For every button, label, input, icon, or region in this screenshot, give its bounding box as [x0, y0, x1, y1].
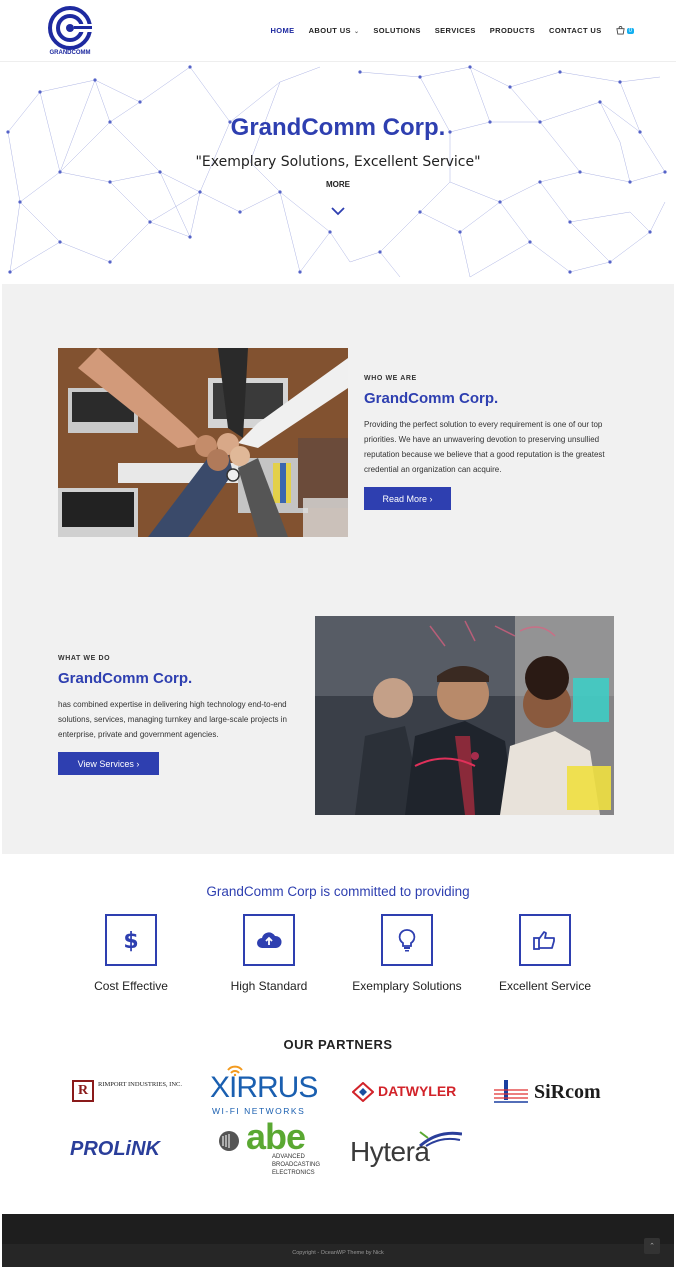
cart-button[interactable]: 0 [616, 26, 634, 35]
nav-home[interactable]: HOME [270, 26, 294, 35]
who-we-are-title: GrandComm Corp. [364, 390, 499, 407]
rimport-mark: R [72, 1080, 94, 1102]
what-we-do-eyebrow: WHAT WE DO [58, 655, 111, 662]
hero-subtitle: "Exemplary Solutions, Excellent Service" [195, 154, 481, 170]
xirrus-sub: WI-FI NETWORKS [212, 1106, 306, 1116]
abe-sub-1: ADVANCED [272, 1154, 305, 1160]
site-header: GRANDCOMM HOME ABOUT US ⌄ SOLUTIONS SERVI… [0, 0, 676, 62]
abe-sub-2: BROADCASTING [272, 1162, 321, 1168]
view-services-button[interactable]: View Services › [58, 752, 159, 775]
about-section: WHO WE ARE GrandComm Corp. Providing the… [2, 284, 674, 854]
partner-prolink-logo[interactable]: PROLiNK [68, 1136, 188, 1164]
hytera-name: Hytera [350, 1136, 430, 1167]
feature-box-cost-effective[interactable]: $ [105, 914, 157, 966]
feature-label: Exemplary Solutions [352, 979, 462, 993]
what-we-do-title: GrandComm Corp. [58, 670, 193, 687]
nav-services[interactable]: SERVICES [435, 26, 476, 35]
teamwork-photo [58, 348, 348, 537]
rimport-name: RIMPORT INDUSTRIES, INC. [98, 1081, 182, 1088]
svg-text:$: $ [123, 929, 138, 953]
thumbs-up-icon [533, 931, 555, 950]
main-nav: HOME ABOUT US ⌄ SOLUTIONS SERVICES PRODUC… [270, 26, 634, 35]
feature-high-standard: High Standard [194, 914, 344, 993]
feature-cost-effective: $ Cost Effective [56, 914, 206, 993]
who-we-are-eyebrow: WHO WE ARE [364, 375, 417, 382]
logo-text: GRANDCOMM [49, 50, 91, 56]
read-more-button[interactable]: Read More › [364, 487, 451, 510]
datwyler-mark-icon [352, 1082, 374, 1102]
datwyler-name: DATWYLER [378, 1083, 457, 1099]
nav-about-us[interactable]: ABOUT US ⌄ [309, 26, 360, 35]
abe-sub-3: ELECTRONICS [272, 1170, 315, 1176]
hero-title: GrandComm Corp. [230, 114, 446, 141]
feature-box-exemplary-solutions[interactable] [381, 914, 433, 966]
nav-products[interactable]: PRODUCTS [490, 26, 535, 35]
chevron-down-icon[interactable] [331, 206, 345, 216]
nav-solutions[interactable]: SOLUTIONS [373, 26, 420, 35]
feature-label: Cost Effective [94, 979, 168, 993]
network-background [6, 65, 667, 278]
feature-box-excellent-service[interactable] [519, 914, 571, 966]
what-we-do-text: has combined expertise in delivering hig… [58, 700, 288, 739]
cloud-upload-icon [257, 932, 282, 948]
lightbulb-icon [398, 929, 416, 952]
xirrus-name: XIRRUS [210, 1071, 318, 1104]
nav-contact-us[interactable]: CONTACT US [549, 26, 602, 35]
cart-count-badge: 0 [626, 27, 634, 34]
sircom-mark-icon [494, 1080, 528, 1103]
committed-heading: GrandComm Corp is committed to providing [206, 884, 470, 899]
abe-name: abe [246, 1116, 306, 1157]
partner-hytera-logo[interactable]: Hytera [348, 1126, 468, 1172]
partner-sircom-logo[interactable]: SiRcom [494, 1078, 614, 1106]
abe-mark-icon [219, 1131, 239, 1151]
chevron-down-icon: ⌄ [353, 29, 360, 35]
feature-label: Excellent Service [498, 979, 592, 993]
hero-more-link[interactable]: MORE [0, 180, 676, 189]
feature-box-high-standard[interactable] [243, 914, 295, 966]
sircom-name: SiRcom [534, 1081, 601, 1103]
footer-copyright: Copyright - OceanWP Theme by Nick [292, 1250, 384, 1256]
partner-datwyler-logo[interactable]: DATWYLER [350, 1080, 470, 1104]
partners-heading: OUR PARTNERS [283, 1037, 393, 1052]
nav-about-us-label: ABOUT US [308, 26, 351, 35]
dollar-icon: $ [123, 929, 138, 953]
prolink-name: PROLiNK [70, 1138, 160, 1160]
feature-excellent-service: Excellent Service [470, 914, 620, 993]
scroll-to-top-button[interactable]: ⌃ [644, 1238, 660, 1254]
feature-label: High Standard [230, 979, 308, 993]
site-footer: Copyright - OceanWP Theme by Nick ⌃ [2, 1214, 674, 1267]
feature-exemplary-solutions: Exemplary Solutions [332, 914, 482, 993]
partner-abe-logo[interactable]: abe ADVANCED BROADCASTING ELECTRONICS [216, 1116, 326, 1182]
shopping-bag-icon [616, 26, 625, 35]
business-team-photo [315, 616, 614, 815]
partner-xirrus-logo[interactable]: XIRRUS WI-FI NETWORKS [208, 1064, 328, 1119]
who-we-are-text: Providing the perfect solution to every … [364, 420, 605, 474]
partner-rimport-logo[interactable]: R RIMPORT INDUSTRIES, INC. [70, 1078, 190, 1104]
hero-section: GrandComm Corp. "Exemplary Solutions, Ex… [0, 62, 676, 284]
